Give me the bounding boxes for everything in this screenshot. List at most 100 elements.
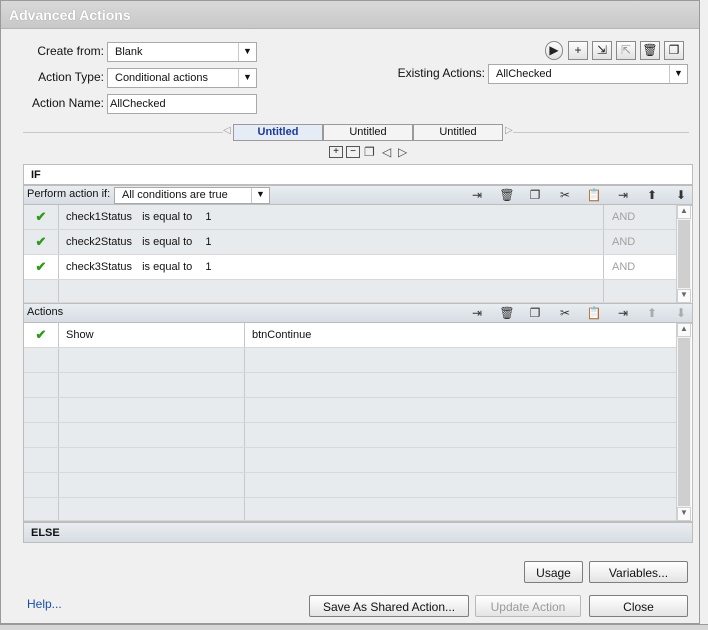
action-row-empty[interactable]	[24, 498, 676, 521]
action-type-value: Conditional actions	[115, 72, 208, 84]
save-shared-action-button[interactable]: Save As Shared Action...	[309, 595, 469, 617]
divider	[513, 132, 689, 133]
insert-row-icon[interactable]: ⇥	[469, 188, 485, 202]
condition-row[interactable]: ✔ check2Status is equal to 1 AND	[24, 230, 676, 255]
chevron-down-icon: ▼	[669, 65, 687, 83]
chevron-down-icon: ▼	[251, 188, 269, 203]
copy-icon[interactable]: ❐	[527, 306, 543, 320]
remove-decision-icon[interactable]: −	[346, 146, 360, 158]
action-row[interactable]: ✔ Show btnContinue	[24, 323, 676, 348]
else-header[interactable]: ELSE	[23, 522, 693, 543]
chevron-down-icon: ▼	[238, 69, 256, 87]
condition-value: 1	[205, 261, 212, 273]
condition-logic[interactable]: AND	[604, 230, 676, 254]
if-header: IF	[23, 164, 693, 185]
conditions-scrollbar[interactable]: ▲ ▼	[676, 205, 691, 303]
cut-icon[interactable]: ✂	[557, 306, 573, 320]
insert-row-icon[interactable]: ⇥	[469, 306, 485, 320]
checkmark-icon[interactable]: ✔	[24, 205, 59, 229]
condition-value: 1	[205, 211, 212, 223]
condition-operator: is equal to	[142, 236, 193, 248]
action-target[interactable]: btnContinue	[245, 323, 676, 347]
help-link[interactable]: Help...	[27, 597, 62, 611]
create-from-value: Blank	[115, 46, 143, 58]
action-row-empty[interactable]	[24, 373, 676, 398]
cut-icon[interactable]: ✂	[557, 188, 573, 202]
tab-decision-1[interactable]: Untitled	[233, 124, 323, 141]
condition-operator: is equal to	[142, 261, 193, 273]
action-row-empty[interactable]	[24, 423, 676, 448]
perform-action-value: All conditions are true	[122, 189, 228, 201]
action-row-empty[interactable]	[24, 473, 676, 498]
condition-variable: check1Status	[66, 211, 133, 223]
create-from-dropdown[interactable]: Blank ▼	[107, 42, 257, 62]
action-type-label: Action Type:	[38, 70, 104, 84]
actions-scrollbar[interactable]: ▲ ▼	[676, 323, 691, 521]
action-command[interactable]: Show	[59, 323, 245, 347]
paste-icon[interactable]: 📋	[586, 306, 602, 320]
delete-icon[interactable]: 🗑	[640, 41, 660, 60]
actions-header: Actions	[27, 306, 64, 318]
tab-decision-2[interactable]: Untitled	[323, 124, 413, 141]
scroll-up-icon[interactable]: ▲	[677, 323, 691, 337]
checkmark-icon[interactable]: ✔	[24, 255, 59, 279]
condition-operator: is equal to	[142, 211, 193, 223]
condition-logic[interactable]: AND	[604, 255, 676, 279]
preview-icon[interactable]: ▶	[545, 41, 563, 60]
scroll-up-icon[interactable]: ▲	[677, 205, 691, 219]
action-row-empty[interactable]	[24, 348, 676, 373]
tab-decision-3[interactable]: Untitled	[413, 124, 503, 141]
move-up-icon[interactable]: ⬆	[644, 306, 660, 320]
checkmark-icon[interactable]: ✔	[24, 230, 59, 254]
tabs-right-arrow-icon[interactable]: ▷	[505, 125, 513, 136]
close-button[interactable]: Close	[589, 595, 688, 617]
create-from-label: Create from:	[37, 44, 104, 58]
insert-below-icon[interactable]: ⇥	[615, 306, 631, 320]
duplicate-icon[interactable]: ❐	[664, 41, 684, 60]
import-icon[interactable]: ⇲	[592, 41, 612, 60]
action-type-dropdown[interactable]: Conditional actions ▼	[107, 68, 257, 88]
condition-variable: check2Status	[66, 236, 133, 248]
move-down-icon[interactable]: ⬇	[673, 188, 689, 202]
condition-row[interactable]: ✔ check1Status is equal to 1 AND	[24, 205, 676, 230]
delete-icon[interactable]: 🗑	[499, 188, 515, 202]
divider	[23, 132, 223, 133]
checkmark-icon[interactable]: ✔	[24, 323, 59, 347]
delete-icon[interactable]: 🗑	[499, 306, 515, 320]
advanced-actions-dialog: Advanced Actions Create from: Blank ▼ Ac…	[0, 0, 700, 624]
copy-icon[interactable]: ❐	[527, 188, 543, 202]
add-icon[interactable]: +	[568, 41, 588, 60]
condition-row-empty[interactable]	[24, 280, 676, 303]
move-left-icon[interactable]: ◁	[382, 145, 391, 159]
existing-actions-value: AllChecked	[496, 68, 552, 80]
variables-button[interactable]: Variables...	[589, 561, 688, 583]
scroll-thumb[interactable]	[678, 338, 690, 506]
move-up-icon[interactable]: ⬆	[644, 188, 660, 202]
move-down-icon[interactable]: ⬇	[673, 306, 689, 320]
insert-below-icon[interactable]: ⇥	[615, 188, 631, 202]
tabs-left-arrow-icon[interactable]: ◁	[223, 125, 231, 136]
perform-action-dropdown[interactable]: All conditions are true ▼	[114, 187, 270, 204]
perform-action-label: Perform action if:	[27, 188, 111, 200]
scroll-down-icon[interactable]: ▼	[677, 289, 691, 303]
action-row-empty[interactable]	[24, 448, 676, 473]
condition-row[interactable]: ✔ check3Status is equal to 1 AND	[24, 255, 676, 280]
action-row-empty[interactable]	[24, 398, 676, 423]
timeline-ruler	[0, 624, 708, 630]
scroll-thumb[interactable]	[678, 220, 690, 288]
usage-button[interactable]: Usage	[524, 561, 583, 583]
chevron-down-icon: ▼	[238, 43, 256, 61]
existing-actions-dropdown[interactable]: AllChecked ▼	[488, 64, 688, 84]
copy-decision-icon[interactable]: ❐	[364, 145, 375, 159]
condition-logic[interactable]: AND	[604, 205, 676, 229]
export-icon[interactable]: ⇱	[616, 41, 636, 60]
scroll-down-icon[interactable]: ▼	[677, 507, 691, 521]
existing-actions-label: Existing Actions:	[397, 66, 485, 80]
dialog-title: Advanced Actions	[1, 1, 699, 29]
add-decision-icon[interactable]: +	[329, 146, 343, 158]
update-action-button[interactable]: Update Action	[475, 595, 581, 617]
condition-variable: check3Status	[66, 261, 133, 273]
move-right-icon[interactable]: ▷	[398, 145, 407, 159]
paste-icon[interactable]: 📋	[586, 188, 602, 202]
action-name-input[interactable]: AllChecked	[107, 94, 257, 114]
